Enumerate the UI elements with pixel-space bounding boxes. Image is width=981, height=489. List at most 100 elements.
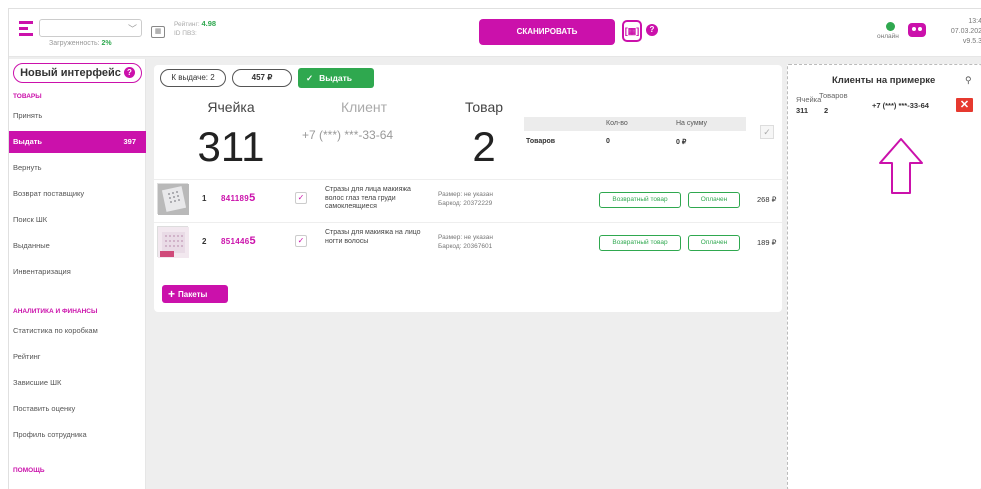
clock-time: 13:4: [968, 18, 981, 25]
size-value: не указан: [463, 191, 493, 198]
sidebar-item-count: 397: [123, 137, 136, 146]
section-goods-heading: ТОВАРЫ: [13, 93, 42, 100]
load-value: 2%: [101, 40, 112, 47]
client-phone: +7 (***) ***-33-64: [302, 128, 394, 142]
check-icon: ✓: [306, 73, 314, 83]
row-index: 1: [202, 194, 207, 203]
size-label: Размер:: [438, 191, 463, 198]
arrow-up-icon: [879, 138, 923, 194]
sidebar-item-label: Поиск ШК: [13, 215, 48, 224]
scan-button[interactable]: СКАНИРОВАТЬ: [479, 19, 615, 45]
row-code-last: 5: [249, 235, 256, 247]
sidebar-item-rate[interactable]: Поставить оценку: [9, 398, 146, 420]
goods-value: 2: [824, 106, 829, 115]
select-all-checkbox[interactable]: ✓: [760, 125, 774, 139]
row-checkbox[interactable]: ✓: [295, 235, 307, 247]
pin-icon[interactable]: ⚲: [965, 75, 972, 86]
size-label: Размер:: [438, 234, 463, 241]
table-row: 2 8514465 ✓ Стразы для макияжа на лицо н…: [154, 222, 782, 260]
sidebar-item-rating[interactable]: Рейтинг: [9, 346, 146, 368]
goods-column-heading: Товар: [464, 99, 504, 115]
to-issue-badge: К выдаче: 2: [160, 69, 226, 87]
summary-qty-header: Кол-во: [606, 120, 628, 127]
product-price: 189 ₽: [757, 238, 777, 247]
row-index: 2: [202, 237, 207, 246]
packets-button-label: Пакеты: [178, 290, 208, 299]
product-price: 268 ₽: [757, 195, 777, 204]
sidebar-item-label: Принять: [13, 111, 43, 120]
row-code-prefix: 841189: [221, 194, 250, 203]
paid-status-badge[interactable]: Оплачен: [688, 235, 740, 251]
client-column-heading: Клиент: [340, 99, 388, 115]
clock-date: 07.03.202: [950, 28, 981, 35]
goods-header: Товаров: [819, 91, 848, 100]
sidebar-item-label: Рейтинг: [13, 352, 41, 361]
return-status-badge[interactable]: Возвратный товар: [599, 235, 681, 251]
table-row: 1 8411895 ✓ Стразы для лица макияжа воло…: [154, 179, 782, 217]
sidebar-item-search-barcode[interactable]: Поиск ШК: [9, 209, 146, 231]
issue-button[interactable]: ✓ Выдать: [298, 68, 374, 88]
load-label: Загруженность:: [49, 40, 100, 47]
cell-header: Ячейка: [796, 95, 822, 104]
amount-badge: 457 ₽: [232, 69, 292, 87]
product-attributes: Размер: не указан Баркод: 20372229: [438, 190, 493, 208]
rating-value: 4.98: [201, 19, 217, 28]
summary-qty-value: 0: [606, 138, 610, 145]
section-help-heading: ПОМОЩЬ: [13, 467, 45, 474]
issue-button-label: Выдать: [319, 73, 353, 83]
product-image[interactable]: [157, 183, 189, 215]
row-code[interactable]: 8514465: [221, 235, 256, 247]
help-icon[interactable]: ?: [646, 24, 658, 36]
product-attributes: Размер: не указан Баркод: 20367601: [438, 233, 493, 251]
sidebar-item-label: Инвентаризация: [13, 267, 71, 276]
sidebar-item-label: Профиль сотрудника: [13, 430, 87, 439]
panel-title: Клиенты на примерке: [832, 75, 936, 86]
sidebar-item-supplier-return[interactable]: Возврат поставщику: [9, 183, 146, 205]
qr-scan-button[interactable]: [▦]: [622, 20, 642, 42]
fitting-clients-panel: Клиенты на примерке ⚲ Ячейка Товаров 311…: [787, 64, 981, 489]
pvz-id-label: ID ПВЗ:: [174, 30, 197, 37]
barcode-label: Баркод:: [438, 200, 462, 207]
product-name: Стразы для лица макияжа волос глаз тела …: [325, 186, 411, 210]
row-code-last: 5: [249, 192, 256, 204]
sidebar-item-inventory[interactable]: Инвентаризация: [9, 261, 146, 283]
return-status-badge[interactable]: Возвратный товар: [599, 192, 681, 208]
summary-header: [524, 117, 746, 131]
summary-table: Кол-во На сумму Товаров 0 0 ₽: [524, 117, 750, 153]
goods-count: 2: [472, 123, 496, 170]
sidebar-item-return[interactable]: Вернуть: [9, 157, 146, 179]
fitting-client-phone[interactable]: +7 (***) ***-33-64: [872, 101, 929, 110]
sidebar-item-label: Выдать: [13, 137, 43, 146]
close-icon[interactable]: ✕: [956, 98, 973, 112]
new-interface-label: Новый интерфейс: [20, 67, 121, 79]
sidebar: Новый интерфейс ? ТОВАРЫ Принять Выдать 3…: [9, 59, 146, 489]
top-bar: ﹀ Загруженность: 2% ▦ Рейтинг: 4.98 ID П…: [9, 9, 981, 57]
product-image[interactable]: [157, 226, 189, 258]
row-code[interactable]: 8411895: [221, 192, 255, 204]
app-window: ﹀ Загруженность: 2% ▦ Рейтинг: 4.98 ID П…: [8, 8, 981, 489]
chevron-down-icon: ﹀: [127, 24, 137, 34]
barcode-label: Баркод:: [438, 243, 462, 250]
sidebar-item-label: Выданные: [13, 241, 50, 250]
packets-button[interactable]: + Пакеты: [162, 285, 228, 303]
new-interface-button[interactable]: Новый интерфейс ?: [13, 63, 142, 83]
sidebar-item-label: Возврат поставщику: [13, 189, 85, 198]
summary-row-label: Товаров: [526, 138, 556, 145]
menu-icon[interactable]: [19, 21, 33, 37]
paid-status-badge[interactable]: Оплачен: [688, 192, 740, 208]
bot-icon[interactable]: [908, 23, 926, 37]
sidebar-item-accept[interactable]: Принять: [9, 105, 146, 127]
help-icon: ?: [123, 67, 135, 78]
sidebar-item-issued[interactable]: Выданные: [9, 235, 146, 257]
rating-label: Рейтинг:: [174, 21, 200, 28]
qr-code-icon[interactable]: ▦: [151, 26, 165, 38]
row-checkbox[interactable]: ✓: [295, 192, 307, 204]
sidebar-item-issue[interactable]: Выдать 397: [9, 131, 146, 153]
barcode-value: 20367601: [463, 243, 493, 250]
sidebar-item-box-stats[interactable]: Статистика по коробкам: [9, 320, 146, 342]
cell-column-heading: Ячейка: [207, 99, 255, 115]
sidebar-item-profile[interactable]: Профиль сотрудника: [9, 424, 146, 446]
pvz-select[interactable]: ﹀: [39, 19, 142, 37]
cell-number: 311: [197, 123, 265, 170]
sidebar-item-stuck-barcodes[interactable]: Зависшие ШК: [9, 372, 146, 394]
